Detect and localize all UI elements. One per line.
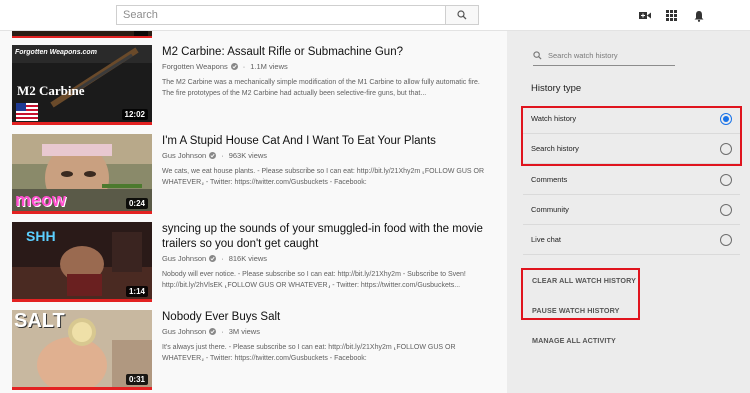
watch-progress-bar <box>12 299 152 302</box>
history-search <box>533 45 675 66</box>
search-input[interactable] <box>116 5 445 25</box>
separator-dot: · <box>221 254 224 263</box>
option-community[interactable]: Community <box>523 195 740 225</box>
video-thumbnail[interactable]: Forgotten Weapons.com M2 Carbine 12:02 <box>12 45 152 125</box>
thumbnail-title-text: SHH <box>26 228 56 244</box>
verified-check-icon <box>209 255 217 262</box>
view-count: 3M views <box>228 327 260 336</box>
search-button[interactable] <box>445 5 479 25</box>
top-bar <box>0 0 750 31</box>
option-label: Watch history <box>531 114 577 123</box>
video-thumbnail[interactable]: SHH 1:14 <box>12 222 152 302</box>
video-description: Nobody will ever notice. - Please subscr… <box>162 271 466 289</box>
video-item[interactable]: SHH 1:14 syncing up the sounds of your s… <box>12 222 502 302</box>
channel-name[interactable]: Forgotten Weapons <box>162 62 228 71</box>
option-watch-history[interactable]: Watch history <box>523 104 740 134</box>
watch-progress-bar <box>12 387 152 390</box>
channel-name[interactable]: Gus Johnson <box>162 327 206 336</box>
video-item[interactable]: SALT 0:31 Nobody Ever Buys Salt Gus John… <box>12 310 502 390</box>
video-thumbnail[interactable]: meow 0:24 <box>12 134 152 214</box>
apps-grid-icon[interactable] <box>665 9 678 22</box>
radio-button[interactable] <box>720 173 732 186</box>
search-icon <box>457 10 467 20</box>
option-label: Comments <box>531 175 568 184</box>
video-item[interactable]: meow 0:24 I'm A Stupid House Cat And I W… <box>12 134 502 214</box>
history-search-input[interactable] <box>548 50 668 60</box>
verified-check-icon <box>230 63 238 70</box>
video-duration: 0:31 <box>125 374 148 385</box>
search-icon <box>533 50 542 60</box>
option-search-history[interactable]: Search history <box>523 134 740 164</box>
option-live-chat[interactable]: Live chat <box>523 225 740 255</box>
video-thumbnail[interactable]: SALT 0:31 <box>12 310 152 390</box>
video-title[interactable]: M2 Carbine: Assault Rifle or Submachine … <box>162 45 492 60</box>
verified-check-icon <box>209 328 217 335</box>
video-title[interactable]: Nobody Ever Buys Salt <box>162 310 492 325</box>
manage-all-activity-link[interactable]: MANAGE ALL ACTIVITY <box>532 336 616 345</box>
video-title[interactable]: syncing up the sounds of your smuggled-i… <box>162 222 492 252</box>
video-description: It's always just there. - Please subscri… <box>162 344 456 362</box>
radio-button[interactable] <box>720 233 732 246</box>
video-camera-icon[interactable] <box>638 9 651 22</box>
separator-dot: · <box>221 327 224 336</box>
separator-dot: · <box>242 62 246 71</box>
option-label: Search history <box>531 144 579 153</box>
option-comments[interactable]: Comments <box>523 165 740 195</box>
video-duration: 0:24 <box>125 198 148 209</box>
history-type-heading: History type <box>531 83 582 94</box>
view-count: 816K views <box>228 254 268 263</box>
channel-name[interactable]: Gus Johnson <box>162 254 206 263</box>
separator-dot: · <box>221 151 224 160</box>
option-label: Community <box>531 205 569 214</box>
pause-watch-history-button[interactable]: PAUSE WATCH HISTORY <box>532 306 620 315</box>
view-count: 1.1M views <box>250 62 288 71</box>
thumbnail-brand-text: Forgotten Weapons.com <box>15 49 97 56</box>
watch-progress-bar <box>12 122 152 125</box>
partial-video-thumbnail[interactable] <box>12 31 152 38</box>
clear-all-watch-history-button[interactable]: CLEAR ALL WATCH HISTORY <box>532 276 636 285</box>
radio-button[interactable] <box>720 112 732 125</box>
verified-check-icon <box>209 152 217 159</box>
radio-button[interactable] <box>720 203 732 216</box>
history-sidebar: History type Watch history Search histor… <box>507 31 750 393</box>
option-label: Live chat <box>531 235 562 244</box>
video-item[interactable]: Forgotten Weapons.com M2 Carbine 12:02 M… <box>12 45 502 125</box>
thumbnail-title-text: meow <box>15 190 67 210</box>
watch-history-feed: Forgotten Weapons.com M2 Carbine 12:02 M… <box>0 31 507 393</box>
video-description: We cats, we eat house plants. - Please s… <box>162 168 485 186</box>
watch-progress-bar <box>12 211 152 214</box>
video-duration: 12:02 <box>121 109 148 120</box>
channel-name[interactable]: Gus Johnson <box>162 151 206 160</box>
bell-icon[interactable] <box>692 9 705 22</box>
video-duration: 1:14 <box>125 286 148 297</box>
radio-button[interactable] <box>720 142 732 155</box>
view-count: 963K views <box>228 151 268 160</box>
video-title[interactable]: I'm A Stupid House Cat And I Want To Eat… <box>162 134 492 149</box>
thumbnail-title-text: M2 Carbine <box>17 83 85 98</box>
thumbnail-title-text: SALT <box>14 310 65 332</box>
video-description: The M2 Carbine was a mechanically simple… <box>162 79 480 97</box>
